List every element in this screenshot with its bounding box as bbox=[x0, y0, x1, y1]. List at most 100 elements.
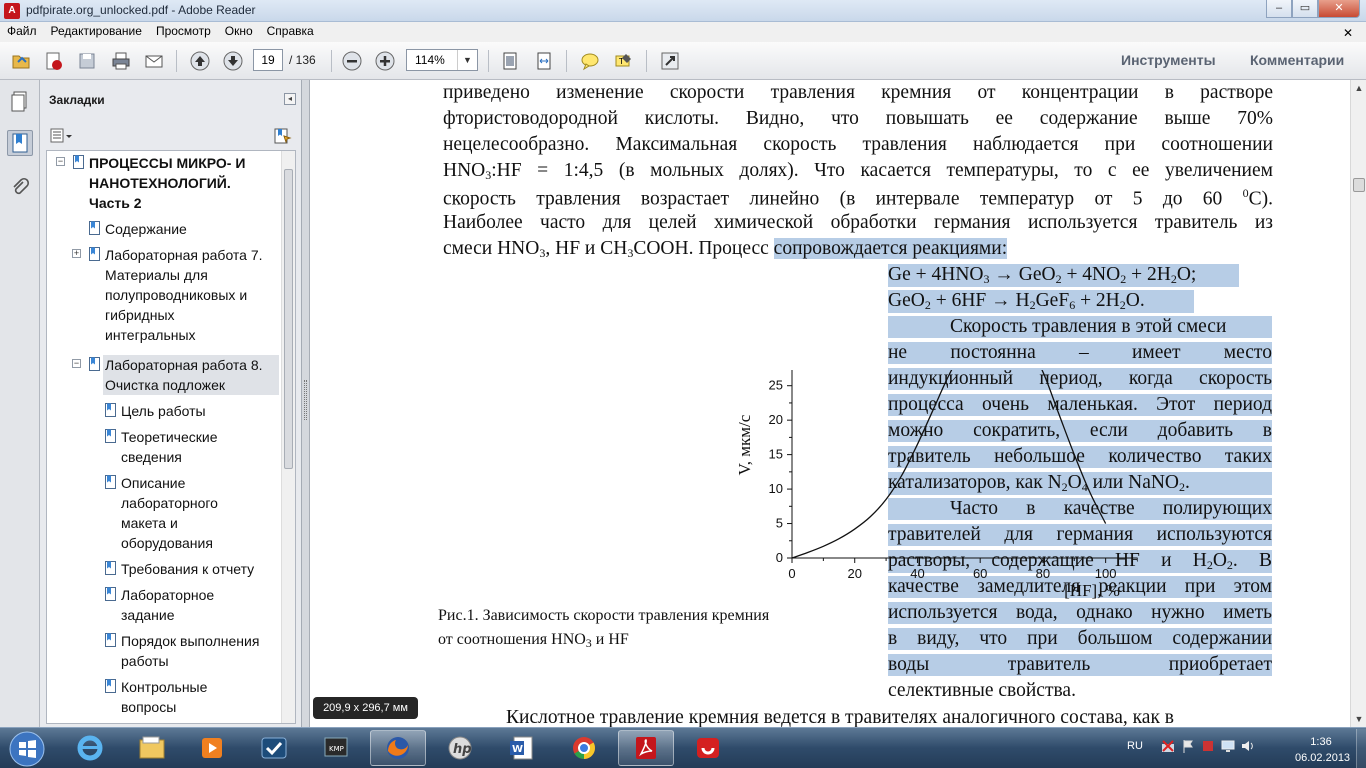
scrollbar-thumb[interactable] bbox=[1353, 178, 1365, 192]
bookmark-goal[interactable]: Цель работы bbox=[105, 401, 206, 421]
language-indicator[interactable]: RU bbox=[1127, 740, 1143, 752]
display-icon[interactable] bbox=[1220, 738, 1236, 754]
options-menu-icon[interactable] bbox=[50, 128, 72, 144]
bookmark-label: Контрольные bbox=[121, 679, 208, 695]
menu-window[interactable]: Окно bbox=[218, 22, 260, 42]
bookmark-label-line[interactable]: работы bbox=[121, 651, 169, 671]
panel-splitter[interactable] bbox=[302, 80, 310, 727]
bookmark-lab7[interactable]: Лабораторная работа 7. bbox=[89, 245, 263, 265]
x-tick-label: 60 bbox=[973, 566, 987, 581]
prev-page-icon[interactable] bbox=[187, 49, 213, 73]
reaction-2: GeO2 + 6HF → H2GeF6 + 2H2O. bbox=[888, 290, 1194, 313]
zoom-in-icon[interactable] bbox=[372, 49, 398, 73]
internet-explorer-icon[interactable] bbox=[62, 730, 118, 766]
bookmark-label-line[interactable]: вопросы bbox=[121, 697, 176, 717]
menu-help[interactable]: Справка bbox=[260, 22, 321, 42]
scrollbar-thumb[interactable] bbox=[284, 169, 293, 469]
next-page-icon[interactable] bbox=[220, 49, 246, 73]
tasks-icon[interactable] bbox=[246, 730, 302, 766]
bookmark-label-line[interactable]: задание bbox=[121, 605, 175, 625]
menu-file[interactable]: Файл bbox=[0, 22, 44, 42]
bookmark-label-line[interactable]: Очистка подложек bbox=[103, 375, 279, 395]
doc-line: нецелесообразно. Максимальная скорость т… bbox=[443, 134, 1273, 155]
bookmarks-icon[interactable] bbox=[7, 130, 33, 156]
bookmark-procedure[interactable]: Порядок выполнения bbox=[105, 631, 259, 651]
bookmark-label-line[interactable]: макета и bbox=[121, 513, 178, 533]
chevron-down-icon[interactable]: ▼ bbox=[457, 50, 477, 70]
bookmark-label-line[interactable]: Материалы для bbox=[105, 265, 208, 285]
show-desktop-button[interactable] bbox=[1356, 729, 1366, 768]
zoom-select[interactable]: 114% ▼ bbox=[406, 49, 478, 71]
x-tick-label: 100 bbox=[1095, 566, 1117, 581]
bookmark-label-line[interactable]: полупроводниковых и bbox=[105, 285, 247, 305]
menu-view[interactable]: Просмотр bbox=[149, 22, 218, 42]
bookmark-label-line[interactable]: Часть 2 bbox=[89, 193, 142, 213]
print-icon[interactable] bbox=[108, 49, 134, 73]
bookmark-questions[interactable]: Контрольные bbox=[105, 677, 208, 697]
bookmark-label-line[interactable]: лабораторного bbox=[121, 493, 218, 513]
menu-edit[interactable]: Редактирование bbox=[44, 22, 149, 42]
close-document-icon[interactable]: ✕ bbox=[1336, 24, 1360, 42]
page-number-input[interactable]: 19 bbox=[253, 49, 283, 71]
media-player-icon[interactable] bbox=[184, 730, 240, 766]
fit-width-icon[interactable] bbox=[531, 49, 557, 73]
scroll-down-icon[interactable]: ▼ bbox=[1351, 711, 1366, 727]
page-thumbnails-icon[interactable] bbox=[7, 88, 33, 114]
flag-icon[interactable] bbox=[1180, 738, 1196, 754]
word-icon[interactable]: W bbox=[494, 730, 550, 766]
explorer-icon[interactable] bbox=[124, 730, 180, 766]
new-bookmark-icon[interactable] bbox=[272, 126, 292, 146]
bookmark-lab8[interactable]: Лабораторная работа 8. bbox=[89, 355, 279, 375]
expand-toggle[interactable]: + bbox=[72, 249, 81, 258]
adobe-reader-taskbar-icon[interactable] bbox=[618, 730, 674, 766]
network-icon[interactable] bbox=[1160, 738, 1176, 754]
full-screen-icon[interactable] bbox=[657, 49, 683, 73]
scroll-up-icon[interactable]: ▲ bbox=[1351, 80, 1366, 96]
zoom-out-icon[interactable] bbox=[339, 49, 365, 73]
bookmarks-scrollbar[interactable] bbox=[281, 151, 295, 723]
bookmark-contents[interactable]: Содержание bbox=[89, 219, 187, 239]
minimize-button[interactable]: – bbox=[1266, 0, 1292, 18]
volume-icon[interactable] bbox=[1240, 738, 1256, 754]
attachments-icon[interactable] bbox=[7, 175, 33, 201]
doc-line: не постоянна – имеет место bbox=[888, 342, 1272, 364]
collapse-toggle[interactable]: − bbox=[56, 157, 65, 166]
email-icon[interactable] bbox=[141, 49, 167, 73]
bookmark-label-line[interactable]: гибридных bbox=[105, 305, 175, 325]
tools-button[interactable]: Инструменты bbox=[1121, 52, 1216, 68]
tray-app-icon[interactable] bbox=[1200, 738, 1216, 754]
bookmark-root[interactable]: ПРОЦЕССЫ МИКРО- И bbox=[73, 153, 245, 173]
open-icon[interactable] bbox=[8, 49, 34, 73]
svg-text:W: W bbox=[512, 744, 523, 755]
fit-page-icon[interactable] bbox=[497, 49, 523, 73]
start-button[interactable] bbox=[4, 729, 50, 768]
firefox-icon[interactable] bbox=[370, 730, 426, 766]
bookmark-label-line[interactable]: сведения bbox=[121, 447, 182, 467]
save-icon[interactable] bbox=[74, 49, 100, 73]
document-scrollbar[interactable]: ▲ ▼ bbox=[1350, 80, 1366, 727]
chrome-icon[interactable] bbox=[556, 730, 612, 766]
close-button[interactable]: ✕ bbox=[1318, 0, 1360, 18]
bookmark-label-line[interactable]: интегральных bbox=[105, 325, 196, 345]
app-red-icon[interactable] bbox=[680, 730, 736, 766]
clock[interactable]: 1:36 06.02.2013 bbox=[1295, 734, 1350, 766]
maximize-button[interactable]: ▭ bbox=[1292, 0, 1318, 18]
collapse-panel-icon[interactable]: ◂ bbox=[284, 93, 296, 105]
kmplayer-icon[interactable]: KMP bbox=[308, 730, 364, 766]
bookmark-icon bbox=[105, 403, 116, 417]
create-pdf-icon[interactable] bbox=[40, 49, 66, 73]
zoom-value: 114% bbox=[415, 53, 445, 67]
comments-button[interactable]: Комментарии bbox=[1250, 52, 1344, 68]
highlight-icon[interactable]: T bbox=[610, 49, 636, 73]
bookmark-theory[interactable]: Теоретические bbox=[105, 427, 218, 447]
collapse-toggle[interactable]: − bbox=[72, 359, 81, 368]
hp-icon[interactable]: hp bbox=[432, 730, 488, 766]
bookmark-description[interactable]: Описание bbox=[105, 473, 185, 493]
bookmark-label-line[interactable]: оборудования bbox=[121, 533, 213, 553]
selected-text: сопровождается реакциями: bbox=[773, 238, 1008, 259]
y-axis-label: V, мкм/с bbox=[735, 414, 754, 475]
bookmark-label-line[interactable]: НАНОТЕХНОЛОГИЙ. bbox=[89, 173, 231, 193]
comment-icon[interactable] bbox=[577, 49, 603, 73]
bookmark-task[interactable]: Лабораторное bbox=[105, 585, 214, 605]
bookmark-report[interactable]: Требования к отчету bbox=[105, 559, 254, 579]
